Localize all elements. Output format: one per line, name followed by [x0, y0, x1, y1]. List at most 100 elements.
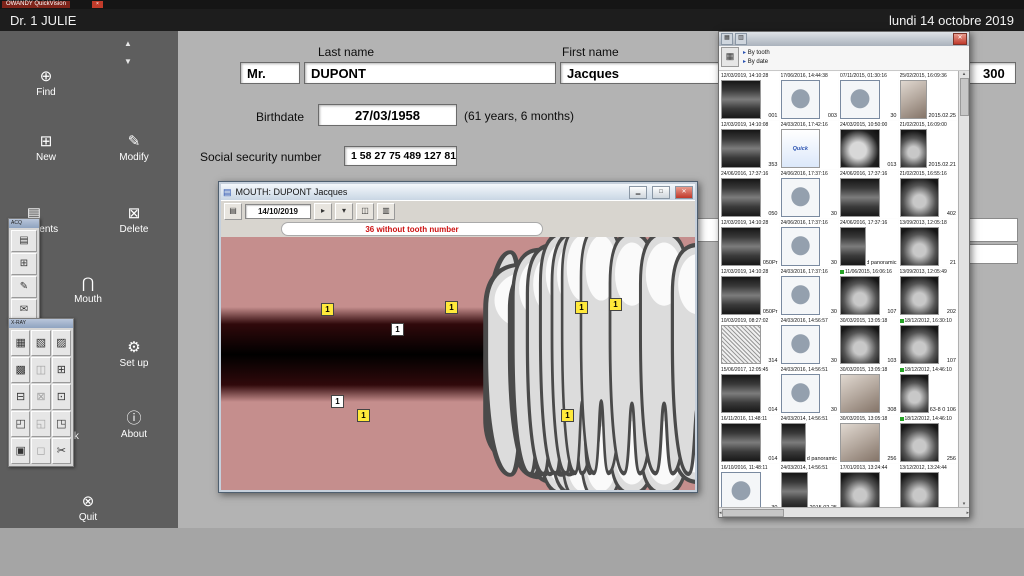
xray-thumbnail-cell[interactable]: 12/03/2019, 14:10:28 050Pr — [720, 268, 779, 316]
xray-thumbnail-cell[interactable]: 21/02/2015, 16:55:16 402 — [899, 170, 958, 218]
xray-thumbnail-cell[interactable]: 24/06/2016, 17:37:16 30 — [780, 170, 839, 218]
xray-thumbnail-cell[interactable]: 12/03/2019, 14:10:08 353 — [720, 121, 779, 169]
horizontal-scrollbar[interactable]: ◂ ▸ — [719, 507, 969, 517]
tooth-status-tag[interactable]: 1 — [609, 298, 622, 311]
xray-thumbnail-cell[interactable]: 10/03/2019, 08:27:02 314 — [720, 317, 779, 365]
xray-thumbnail-cell[interactable]: 11/06/2015, 16:06:16 107 — [839, 268, 898, 316]
scroll-down-icon[interactable]: ▼ — [116, 57, 140, 66]
xray-thumbnail-cell[interactable]: 18/12/2012, 14:46:10 256 — [899, 415, 958, 463]
xray-thumbnail-cell[interactable]: 24/06/2016, 17:37:16 050 — [720, 170, 779, 218]
ssn-field[interactable]: 1 58 27 75 489 127 81 — [344, 146, 457, 166]
xray-thumbnail-cell[interactable]: 24/06/2016, 17:37:16 — [839, 170, 898, 218]
acq-tool-button[interactable]: ⊞ — [11, 253, 37, 275]
sidebar-item[interactable]: ✎ Modify — [100, 134, 168, 163]
xray-thumbnail-cell[interactable]: 30/03/2015, 13:05:18 256 — [839, 415, 898, 463]
xray-thumbnail-cell[interactable]: 24/03/2016, 17:37:16 30 — [780, 268, 839, 316]
close-icon[interactable]: ✕ — [953, 33, 967, 45]
close-button[interactable]: ✕ — [675, 186, 693, 199]
xray-thumbnail-cell[interactable]: 24/03/2016, 14:56:51 30 — [780, 366, 839, 414]
xray-thumbnail-cell[interactable]: 18/12/2012, 16:30:10 107 — [899, 317, 958, 365]
tooth-status-tag[interactable]: 1 — [561, 409, 574, 422]
xray-tool-button[interactable]: ▧ — [31, 330, 50, 356]
xray-thumbnail-cell[interactable]: 30/03/2015, 13:05:18 103 — [839, 317, 898, 365]
dental-chart[interactable]: 11111111 — [221, 237, 695, 490]
xray-thumbnail-cell[interactable]: 30/03/2015, 13:05:18 308 — [839, 366, 898, 414]
xray-thumbnail-cell[interactable]: 25/02/2015, 16:09:36 2015.02.25 — [899, 72, 958, 120]
app-close-button[interactable]: × — [92, 1, 103, 8]
scroll-right-icon[interactable]: ▸ — [966, 510, 969, 516]
xray-tool-button[interactable]: ⊠ — [31, 384, 50, 410]
xray-tool-button[interactable]: ⊞ — [52, 357, 71, 383]
last-name-field[interactable]: DUPONT — [304, 62, 556, 84]
mouth-window-titlebar[interactable]: ▤ MOUTH: DUPONT Jacques ▁ □ ✕ — [221, 184, 695, 200]
xray-thumbnail-cell[interactable]: 17/06/2016, 14:44:38 003 — [780, 72, 839, 120]
title-field[interactable]: Mr. — [240, 62, 300, 84]
acq-tool-button[interactable]: ✎ — [11, 276, 37, 298]
sidebar-item[interactable]: ⋂ Mouth — [54, 276, 122, 305]
xray-tool-button[interactable]: ◳ — [52, 411, 71, 437]
xray-tool-button[interactable]: ◱ — [31, 411, 50, 437]
xray-tool-button[interactable]: ⊟ — [11, 384, 30, 410]
xray-thumbnail-cell[interactable]: 12/03/2019, 14:10:28 001 — [720, 72, 779, 120]
sidebar-item[interactable]: ⊕ Find — [12, 69, 80, 98]
filter-by-date[interactable]: ▸ By date — [743, 58, 770, 67]
vertical-scrollbar[interactable]: ▴ ▾ — [958, 71, 969, 507]
thumbnail-grid-icon[interactable]: ▦ — [721, 47, 739, 67]
acq-tool-button[interactable]: ▤ — [11, 230, 37, 252]
xray-thumbnail-cell[interactable]: 24/06/2016, 17:37:16 30 — [780, 219, 839, 267]
xray-tool-button[interactable]: ✂ — [52, 438, 71, 464]
sidebar-item[interactable]: ⊗ Quit — [54, 494, 122, 523]
xray-tool-button[interactable]: ▨ — [52, 330, 71, 356]
xray-thumbnail-cell[interactable]: 24/06/2016, 17:37:16 old panoramic — [839, 219, 898, 267]
xray-thumbnail-cell[interactable]: 21/02/2015, 16:09:00 2015.02.21 — [899, 121, 958, 169]
xray-thumbnail-cell[interactable]: 24/03/2015, 10:50:00 013 — [839, 121, 898, 169]
xray-tool-button[interactable]: ◰ — [11, 411, 30, 437]
maximize-button[interactable]: □ — [652, 186, 670, 199]
xray-thumbnail-cell[interactable]: 16/11/2016, 11:48:11 014 — [720, 415, 779, 463]
scrollbar-thumb[interactable] — [960, 78, 969, 116]
filter-by-tooth[interactable]: ▸ By tooth — [743, 49, 770, 58]
list-view-icon[interactable]: ▥ — [735, 33, 747, 45]
xray-thumbnail-cell[interactable]: 17/01/2013, 13:24:44 — [839, 464, 898, 507]
sidebar-item[interactable]: ⚙ Set up — [100, 340, 168, 369]
xray-tool-button[interactable]: ▩ — [11, 357, 30, 383]
xray-window-titlebar[interactable]: ▦ ▥ ✕ — [719, 32, 969, 46]
scroll-up-icon[interactable]: ▲ — [116, 39, 140, 48]
sidebar-item[interactable]: ⊞ New — [12, 134, 80, 163]
minimize-button[interactable]: ▁ — [629, 186, 647, 199]
xray-thumbnail-cell[interactable]: 24/03/2014, 14:56:51 old panoramic — [780, 415, 839, 463]
xray-thumbnail-cell[interactable]: 13/12/2012, 13:24:44 — [899, 464, 958, 507]
xray-tool-button[interactable]: ▣ — [11, 438, 30, 464]
chart-page-icon[interactable]: ▤ — [224, 203, 242, 220]
xray-thumbnail-cell[interactable]: 16/10/2016, 11:48:11 30 — [720, 464, 779, 507]
xray-thumbnail-cell[interactable]: 18/12/2012, 14:46:10 63-8 0 106 — [899, 366, 958, 414]
sidebar-item[interactable]: ⊠ Delete — [100, 206, 168, 235]
xray-thumbnail-cell[interactable]: 12/03/2019, 14:10:28 050Pr — [720, 219, 779, 267]
view-icon[interactable]: ◫ — [356, 203, 374, 220]
tooth-status-tag[interactable]: 1 — [445, 301, 458, 314]
scrollbar-thumb[interactable] — [722, 509, 784, 517]
xray-thumbnail-cell[interactable]: 13/09/2013, 12:05:18 21 — [899, 219, 958, 267]
chart-date-field[interactable]: 14/10/2019 — [245, 204, 311, 219]
tooth-status-tag[interactable]: 1 — [331, 395, 344, 408]
xray-thumbnail-cell[interactable]: 24/03/2016, 14:56:57 30 — [780, 317, 839, 365]
xray-tool-button[interactable]: ◫ — [31, 357, 50, 383]
next-icon[interactable]: ▸ — [314, 203, 332, 220]
birthdate-field[interactable]: 27/03/1958 — [318, 104, 457, 126]
tooth-status-tag[interactable]: 1 — [575, 301, 588, 314]
dropdown-icon[interactable]: ▾ — [335, 203, 353, 220]
sidebar-item[interactable]: ⓘ About — [100, 411, 168, 440]
xray-thumbnail-cell[interactable]: 07/11/2015, 01:30:16 30 — [839, 72, 898, 120]
xray-tool-button[interactable]: ⊡ — [52, 384, 71, 410]
scroll-up-icon[interactable]: ▴ — [963, 71, 966, 77]
grid-view-icon[interactable]: ▦ — [721, 33, 733, 45]
xray-thumbnail-cell[interactable]: 24/03/2014, 14:56:51 2015.02.25 — [780, 464, 839, 507]
xray-thumbnail-cell[interactable]: 15/06/2017, 12:05:45 014 — [720, 366, 779, 414]
tooth-status-tag[interactable]: 1 — [391, 323, 404, 336]
xray-thumbnail-cell[interactable]: 13/09/2013, 12:05:49 202 — [899, 268, 958, 316]
tooth-status-tag[interactable]: 1 — [357, 409, 370, 422]
tooth-status-tag[interactable]: 1 — [321, 303, 334, 316]
xray-thumbnail-cell[interactable]: 24/03/2016, 17:42:16 Quick — [780, 121, 839, 169]
xray-tool-button[interactable]: ▦ — [11, 330, 30, 356]
list-icon[interactable]: ▥ — [377, 203, 395, 220]
